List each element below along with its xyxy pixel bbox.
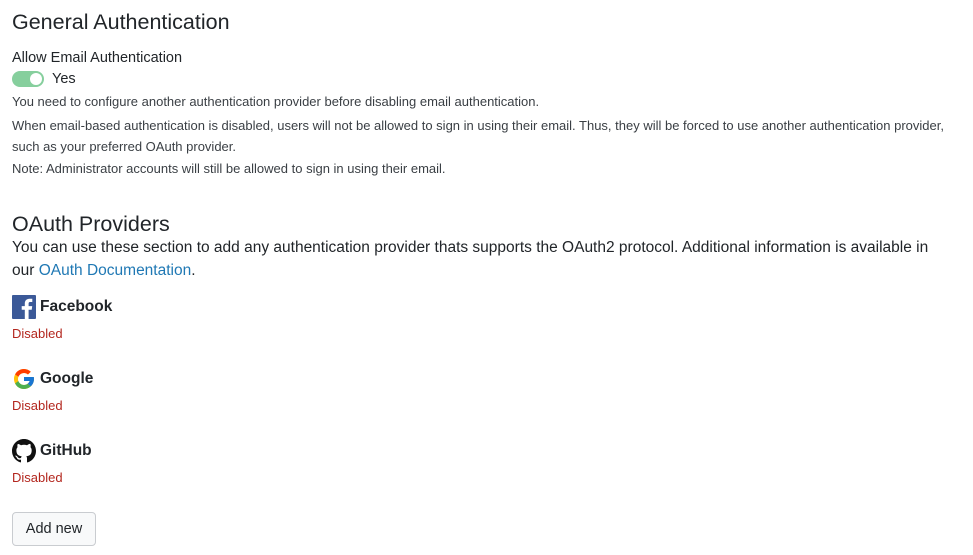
provider-name[interactable]: GitHub	[40, 442, 92, 460]
oauth-providers-title: OAuth Providers	[12, 212, 170, 236]
oauth-description: You can use these section to add any aut…	[12, 236, 947, 282]
admin-note: Note: Administrator accounts will still …	[12, 161, 446, 176]
oauth-description-end: .	[191, 262, 196, 279]
provider-status: Disabled	[12, 398, 63, 413]
facebook-icon	[12, 295, 36, 319]
email-auth-help-text: You need to configure another authentica…	[12, 94, 540, 109]
provider-status: Disabled	[12, 326, 63, 341]
oauth-documentation-link[interactable]: OAuth Documentation	[39, 262, 192, 279]
allow-email-auth-label: Allow Email Authentication	[12, 50, 183, 66]
provider-github: GitHub Disabled	[12, 439, 92, 485]
github-icon	[12, 439, 36, 463]
allow-email-auth-toggle[interactable]	[12, 71, 44, 87]
google-icon	[12, 367, 36, 391]
allow-email-auth-toggle-row: Yes	[12, 71, 76, 87]
toggle-state-label: Yes	[52, 71, 76, 87]
provider-google: Google Disabled	[12, 367, 93, 413]
add-new-provider-button[interactable]: Add new	[12, 512, 96, 546]
provider-status: Disabled	[12, 470, 63, 485]
toggle-knob	[30, 73, 42, 85]
provider-name[interactable]: Facebook	[40, 298, 112, 316]
provider-name[interactable]: Google	[40, 370, 93, 388]
general-authentication-title: General Authentication	[12, 10, 230, 34]
email-auth-disabled-explanation: When email-based authentication is disab…	[12, 118, 944, 154]
provider-facebook: Facebook Disabled	[12, 295, 112, 341]
